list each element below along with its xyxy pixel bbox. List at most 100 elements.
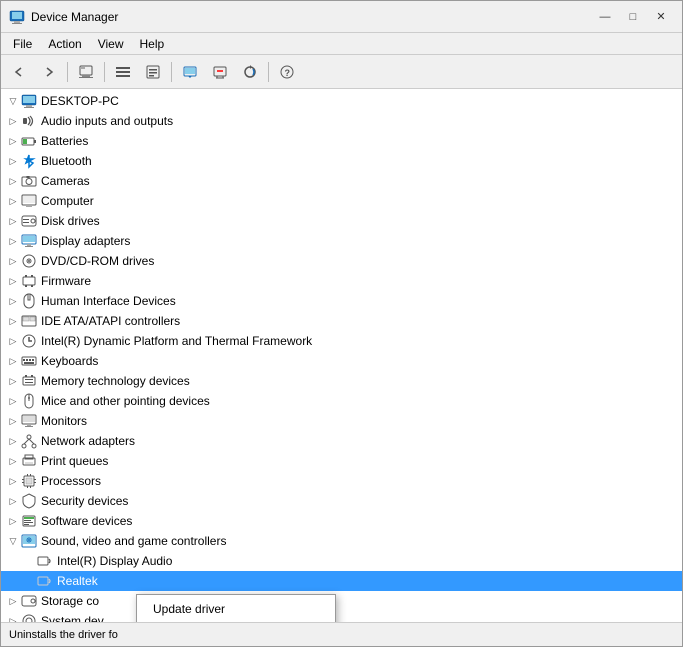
computer-expander[interactable]: ▷	[5, 193, 21, 209]
monitors-item[interactable]: ▷ Monitors	[1, 411, 682, 431]
intel-display-audio-icon	[37, 553, 53, 569]
monitors-expander[interactable]: ▷	[5, 413, 21, 429]
display-icon	[21, 233, 37, 249]
hid-expander[interactable]: ▷	[5, 293, 21, 309]
dvd-label: DVD/CD-ROM drives	[41, 254, 154, 268]
firmware-label: Firmware	[41, 274, 91, 288]
computer-item[interactable]: ▷ Computer	[1, 191, 682, 211]
toolbar-sep-2	[104, 62, 105, 82]
ide-label: IDE ATA/ATAPI controllers	[41, 314, 180, 328]
menu-action[interactable]: Action	[40, 35, 89, 53]
mice-item[interactable]: ▷ Mice and other pointing devices	[1, 391, 682, 411]
computer-icon2	[21, 193, 37, 209]
keyboards-expander[interactable]: ▷	[5, 353, 21, 369]
bluetooth-expander[interactable]: ▷	[5, 153, 21, 169]
tree-root-item[interactable]: ▽ DESKTOP-PC	[1, 91, 682, 111]
print-queues-icon	[21, 453, 37, 469]
processors-icon	[21, 473, 37, 489]
device-manager-window: Device Manager — □ ✕ File Action View He…	[0, 0, 683, 647]
up-button[interactable]	[72, 59, 100, 85]
show-hide-button[interactable]	[109, 59, 137, 85]
bluetooth-icon	[21, 153, 37, 169]
properties-button[interactable]	[139, 59, 167, 85]
batteries-item[interactable]: ▷ Batteries	[1, 131, 682, 151]
print-queues-expander[interactable]: ▷	[5, 453, 21, 469]
maximize-button[interactable]: □	[620, 7, 646, 27]
device-tree-panel[interactable]: ▽ DESKTOP-PC ▷	[1, 89, 682, 622]
network-icon	[21, 433, 37, 449]
display-item[interactable]: ▷ Display adapters	[1, 231, 682, 251]
intel-thermal-expander[interactable]: ▷	[5, 333, 21, 349]
processors-expander[interactable]: ▷	[5, 473, 21, 489]
menu-help[interactable]: Help	[132, 35, 173, 53]
context-menu-update-driver[interactable]: Update driver	[137, 597, 335, 621]
batteries-icon	[21, 133, 37, 149]
scan-button[interactable]	[236, 59, 264, 85]
window-title: Device Manager	[31, 10, 592, 24]
firmware-expander[interactable]: ▷	[5, 273, 21, 289]
hid-item[interactable]: ▷ Human Interface Devices	[1, 291, 682, 311]
toolbar-sep-1	[67, 62, 68, 82]
cameras-expander[interactable]: ▷	[5, 173, 21, 189]
system-dev-label: System dev	[41, 614, 104, 622]
context-menu-disable-device[interactable]: Disable device	[137, 621, 335, 622]
bluetooth-item[interactable]: ▷ Bluetooth	[1, 151, 682, 171]
memory-tech-item[interactable]: ▷ Memory technology devices	[1, 371, 682, 391]
print-queues-item[interactable]: ▷ Print queues	[1, 451, 682, 471]
uninstall-button[interactable]	[206, 59, 234, 85]
sound-item[interactable]: ▽ Sound, video and game controllers	[1, 531, 682, 551]
close-button[interactable]: ✕	[648, 7, 674, 27]
realtek-label: Realtek	[57, 574, 98, 588]
window-controls: — □ ✕	[592, 7, 674, 27]
update-driver-button[interactable]	[176, 59, 204, 85]
monitors-label: Monitors	[41, 414, 87, 428]
cameras-item[interactable]: ▷ Cameras	[1, 171, 682, 191]
software-devices-item[interactable]: ▷ Software devices	[1, 511, 682, 531]
security-expander[interactable]: ▷	[5, 493, 21, 509]
ide-item[interactable]: ▷ IDE ATA/ATAPI controllers	[1, 311, 682, 331]
firmware-item[interactable]: ▷ Firmware	[1, 271, 682, 291]
forward-button[interactable]	[35, 59, 63, 85]
memory-tech-expander[interactable]: ▷	[5, 373, 21, 389]
network-item[interactable]: ▷ Network adapters	[1, 431, 682, 451]
root-expander[interactable]: ▽	[5, 93, 21, 109]
audio-expander[interactable]: ▷	[5, 113, 21, 129]
display-label: Display adapters	[41, 234, 130, 248]
help-button[interactable]: ?	[273, 59, 301, 85]
ide-expander[interactable]: ▷	[5, 313, 21, 329]
sound-icon	[21, 533, 37, 549]
network-label: Network adapters	[41, 434, 135, 448]
dvd-expander[interactable]: ▷	[5, 253, 21, 269]
menu-file[interactable]: File	[5, 35, 40, 53]
computer-icon	[21, 93, 37, 109]
processors-item[interactable]: ▷ Processors	[1, 471, 682, 491]
storage-label: Storage co	[41, 594, 99, 608]
keyboards-item[interactable]: ▷ Keyboards	[1, 351, 682, 371]
batteries-expander[interactable]: ▷	[5, 133, 21, 149]
storage-item[interactable]: ▷ Storage co	[1, 591, 682, 611]
network-expander[interactable]: ▷	[5, 433, 21, 449]
storage-expander[interactable]: ▷	[5, 593, 21, 609]
disk-drives-expander[interactable]: ▷	[5, 213, 21, 229]
back-button[interactable]	[5, 59, 33, 85]
security-item[interactable]: ▷ Security devices	[1, 491, 682, 511]
system-dev-item[interactable]: ▷ System dev	[1, 611, 682, 622]
system-dev-expander[interactable]: ▷	[5, 613, 21, 622]
menu-view[interactable]: View	[90, 35, 132, 53]
display-expander[interactable]: ▷	[5, 233, 21, 249]
intel-display-audio-item[interactable]: Intel(R) Display Audio	[1, 551, 682, 571]
dvd-item[interactable]: ▷ DVD/CD-ROM drives	[1, 251, 682, 271]
root-label: DESKTOP-PC	[41, 94, 119, 108]
disk-drives-item[interactable]: ▷ Disk drives	[1, 211, 682, 231]
intel-thermal-item[interactable]: ▷ Intel(R) Dynamic Platform and Thermal …	[1, 331, 682, 351]
keyboards-label: Keyboards	[41, 354, 98, 368]
software-devices-expander[interactable]: ▷	[5, 513, 21, 529]
realtek-item[interactable]: Realtek	[1, 571, 682, 591]
sound-expander[interactable]: ▽	[5, 533, 21, 549]
keyboards-icon	[21, 353, 37, 369]
mice-expander[interactable]: ▷	[5, 393, 21, 409]
mice-icon	[21, 393, 37, 409]
audio-item[interactable]: ▷ Audio inputs and outputs	[1, 111, 682, 131]
realtek-icon	[37, 573, 53, 589]
minimize-button[interactable]: —	[592, 7, 618, 27]
